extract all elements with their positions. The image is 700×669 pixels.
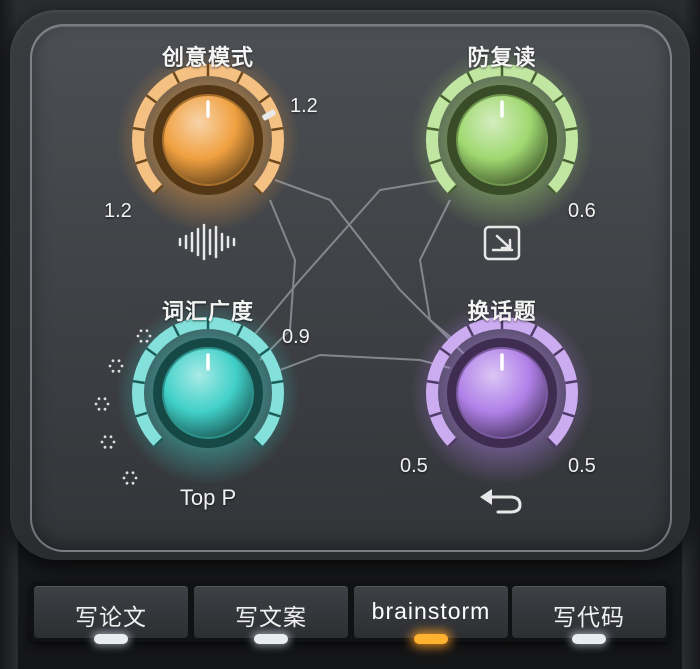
mode-label-brainstorm: brainstorm: [371, 598, 491, 624]
knob-title-creativity: 创意模式: [161, 45, 255, 70]
knob-anti-repeat[interactable]: [410, 48, 594, 232]
knob-value-vocabulary: 0.9: [282, 326, 310, 348]
mode-button-paper[interactable]: 写论文: [34, 586, 188, 644]
knob-sublabel-vocabulary: Top P: [179, 485, 237, 510]
mode-button-brainstorm[interactable]: brainstorm: [354, 586, 508, 644]
knob-creativity[interactable]: [116, 48, 300, 232]
knob-min-value-creativity: 1.2: [104, 200, 132, 222]
mode-led-code: [572, 634, 606, 644]
knob-marker-value-creativity: 1.2: [290, 95, 318, 117]
knob-title-vocabulary: 词汇广度: [161, 299, 255, 324]
knob-right-value-topic-change: 0.5: [568, 455, 596, 477]
return-arrow-icon: [480, 489, 522, 514]
knob-title-anti-repeat: 防复读: [467, 45, 537, 70]
mode-label-paper: 写论文: [75, 604, 147, 630]
mode-label-code: 写代码: [553, 604, 625, 630]
knob-topic-change[interactable]: [410, 301, 594, 485]
mode-selector: 写论文 写文案 brainstorm 写代码: [30, 582, 670, 644]
mode-led-copywriting: [254, 634, 288, 644]
knob-vocabulary[interactable]: [116, 301, 300, 485]
mode-label-copywriting: 写文案: [235, 604, 307, 630]
knob-title-topic-change: 换话题: [467, 299, 537, 324]
mode-button-copywriting[interactable]: 写文案: [194, 586, 348, 644]
knob-value-anti-repeat: 0.6: [568, 200, 596, 222]
knob-left-value-topic-change: 0.5: [400, 455, 428, 477]
mode-button-code[interactable]: 写代码: [512, 586, 666, 644]
mode-led-brainstorm: [414, 634, 448, 644]
mode-led-paper: [94, 634, 128, 644]
knobs-layer: [94, 48, 594, 514]
